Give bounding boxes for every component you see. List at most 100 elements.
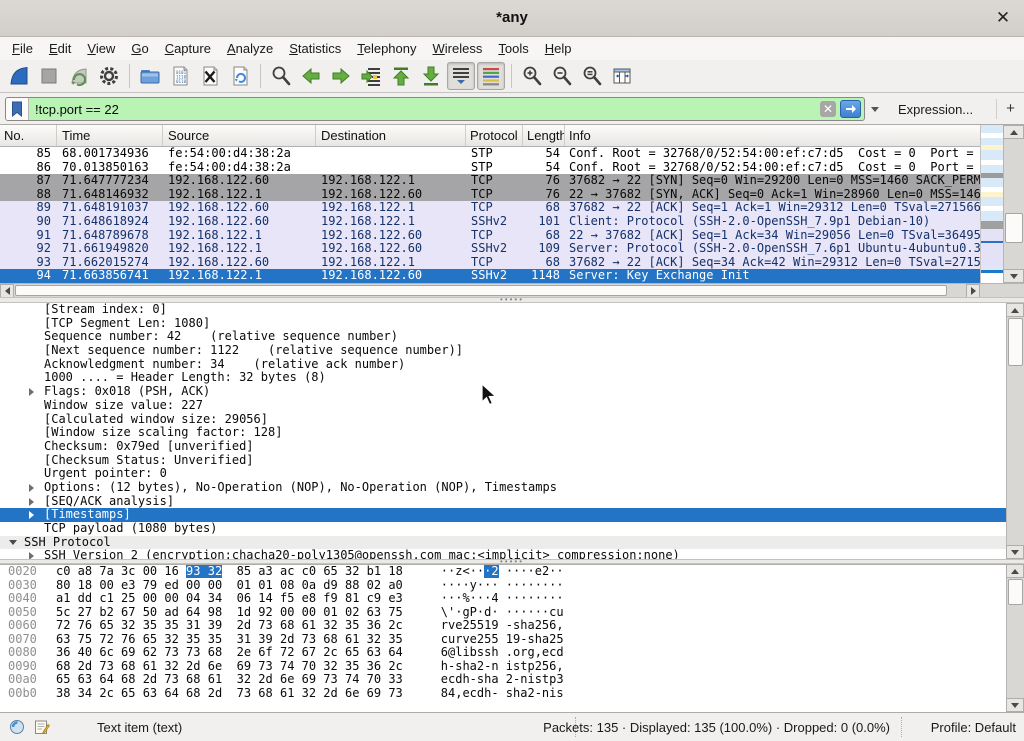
capture-options-icon[interactable] [95,62,123,90]
detail-row[interactable]: Checksum: 0x79ed [unverified] [0,440,1006,454]
start-capture-icon[interactable] [5,62,33,90]
packet-list-minimap[interactable] [980,125,1003,283]
scroll-thumb[interactable] [1005,213,1023,243]
packet-row-91[interactable]: 9171.648789678192.168.122.1192.168.122.6… [0,229,980,243]
go-first-icon[interactable] [387,62,415,90]
packet-row-93[interactable]: 9371.662015274192.168.122.60192.168.122.… [0,256,980,270]
menu-edit[interactable]: Edit [41,39,79,58]
expander-icon[interactable] [29,511,34,519]
expression-button[interactable]: Expression... [898,102,973,117]
scroll-right-icon[interactable] [966,284,980,298]
hex-row[interactable]: 007063 75 72 76 65 32 35 35 31 39 2d 73 … [0,633,1006,647]
menu-capture[interactable]: Capture [157,39,219,58]
scroll-up-icon[interactable] [1003,125,1024,139]
stop-capture-icon[interactable] [35,62,63,90]
packet-list-vscrollbar[interactable] [1003,125,1024,283]
filter-history-dropdown-icon[interactable] [868,97,882,121]
apply-filter-icon[interactable] [840,100,861,118]
zoom-in-icon[interactable] [518,62,546,90]
menu-tools[interactable]: Tools [490,39,536,58]
resize-columns-icon[interactable] [608,62,636,90]
detail-row-ssh-protocol[interactable]: SSH Protocol [0,536,1006,550]
packet-row-88[interactable]: 8871.648146932192.168.122.1192.168.122.6… [0,188,980,202]
menu-statistics[interactable]: Statistics [281,39,349,58]
packet-row-94-selected[interactable]: 9471.663856741192.168.122.1192.168.122.6… [0,269,980,283]
scroll-thumb[interactable] [15,285,947,296]
column-header-no[interactable]: No. [0,125,57,146]
detail-row[interactable]: TCP payload (1080 bytes) [0,522,1006,536]
menu-wireless[interactable]: Wireless [425,39,491,58]
scroll-down-icon[interactable] [1003,269,1024,283]
detail-row-options[interactable]: Options: (12 bytes), No-Operation (NOP),… [0,481,1006,495]
packet-row-86[interactable]: 8670.013850163fe:54:00:d4:38:2aSTP54Conf… [0,161,980,175]
column-header-protocol[interactable]: Protocol [466,125,523,146]
expander-icon[interactable] [9,539,17,545]
go-last-icon[interactable] [417,62,445,90]
detail-row[interactable]: 1000 .... = Header Length: 32 bytes (8) [0,371,1006,385]
expander-icon[interactable] [29,498,34,506]
expander-icon[interactable] [29,484,34,492]
hex-row[interactable]: 003080 18 00 e3 79 ed 00 00 01 01 08 0a … [0,579,1006,593]
detail-row[interactable]: [Checksum Status: Unverified] [0,454,1006,468]
go-forward-icon[interactable] [327,62,355,90]
clear-filter-icon[interactable]: ✕ [820,101,836,117]
scroll-left-icon[interactable] [0,284,14,298]
menu-analyze[interactable]: Analyze [219,39,281,58]
menu-go[interactable]: Go [123,39,156,58]
close-icon[interactable]: ✕ [992,7,1014,29]
scroll-up-icon[interactable] [1006,303,1024,317]
capture-comment-icon[interactable] [34,719,50,738]
detail-row-timestamps-selected[interactable]: [Timestamps] [0,508,1006,522]
go-back-icon[interactable] [297,62,325,90]
add-filter-button[interactable]: + [996,99,1016,119]
hex-row[interactable]: 009068 2d 73 68 61 32 2d 6e 69 73 74 70 … [0,660,1006,674]
hex-row[interactable]: 0040a1 dd c1 25 00 00 04 34 06 14 f5 e8 … [0,592,1006,606]
packet-row-87[interactable]: 8771.647777234192.168.122.60192.168.122.… [0,174,980,188]
detail-row[interactable]: [Calculated window size: 29056] [0,413,1006,427]
menu-file[interactable]: File [4,39,41,58]
packet-row-85[interactable]: 8568.001734936fe:54:00:d4:38:2aSTP54Conf… [0,147,980,161]
detail-row[interactable]: Sequence number: 42 (relative sequence n… [0,330,1006,344]
profile-selector[interactable]: Profile: Default [931,720,1016,735]
detail-row[interactable]: [TCP Segment Len: 1080] [0,317,1006,331]
reload-file-icon[interactable] [226,62,254,90]
column-header-time[interactable]: Time [57,125,163,146]
display-filter-input[interactable] [29,98,820,120]
hex-row[interactable]: 00a065 63 64 68 2d 73 68 61 32 2d 6e 69 … [0,673,1006,687]
detail-row[interactable]: Urgent pointer: 0 [0,467,1006,481]
detail-vscrollbar[interactable] [1006,303,1024,559]
detail-row[interactable]: [Window size scaling factor: 128] [0,426,1006,440]
detail-row-seq-ack[interactable]: [SEQ/ACK analysis] [0,495,1006,509]
detail-row[interactable]: Acknowledgment number: 34 (relative ack … [0,358,1006,372]
hex-row[interactable]: 008036 40 6c 69 62 73 73 68 2e 6f 72 67 … [0,646,1006,660]
scroll-up-icon[interactable] [1006,564,1024,578]
restart-capture-icon[interactable] [65,62,93,90]
scroll-thumb[interactable] [1008,579,1023,605]
hex-vscrollbar[interactable] [1006,564,1024,712]
hex-row[interactable]: 006072 76 65 32 35 35 31 39 2d 73 68 61 … [0,619,1006,633]
expert-info-icon[interactable] [9,719,25,738]
zoom-original-icon[interactable] [578,62,606,90]
menu-help[interactable]: Help [537,39,580,58]
go-to-packet-icon[interactable] [357,62,385,90]
packet-list-hscrollbar[interactable] [0,283,980,297]
hex-row[interactable]: 00b038 34 2c 65 63 64 68 2d 73 68 61 32 … [0,687,1006,701]
expander-icon[interactable] [29,388,34,396]
packet-row-92[interactable]: 9271.661949820192.168.122.1192.168.122.6… [0,242,980,256]
detail-row[interactable]: [Stream index: 0] [0,303,1006,317]
column-header-destination[interactable]: Destination [316,125,466,146]
bookmark-icon[interactable] [6,98,29,120]
detail-row[interactable]: Window size value: 227 [0,399,1006,413]
scroll-down-icon[interactable] [1006,545,1024,559]
auto-scroll-icon[interactable] [447,62,475,90]
scroll-down-icon[interactable] [1006,698,1024,712]
packet-row-89[interactable]: 8971.648191037192.168.122.60192.168.122.… [0,201,980,215]
save-file-icon[interactable]: 010111100110 [166,62,194,90]
packet-row-90[interactable]: 9071.648618924192.168.122.60192.168.122.… [0,215,980,229]
colorize-icon[interactable] [477,62,505,90]
close-file-icon[interactable] [196,62,224,90]
expander-icon[interactable] [29,552,34,559]
column-header-length[interactable]: Length [523,125,565,146]
zoom-out-icon[interactable] [548,62,576,90]
hex-row[interactable]: 0020c0 a8 7a 3c 00 16 93 32 85 a3 ac c0 … [0,565,1006,579]
